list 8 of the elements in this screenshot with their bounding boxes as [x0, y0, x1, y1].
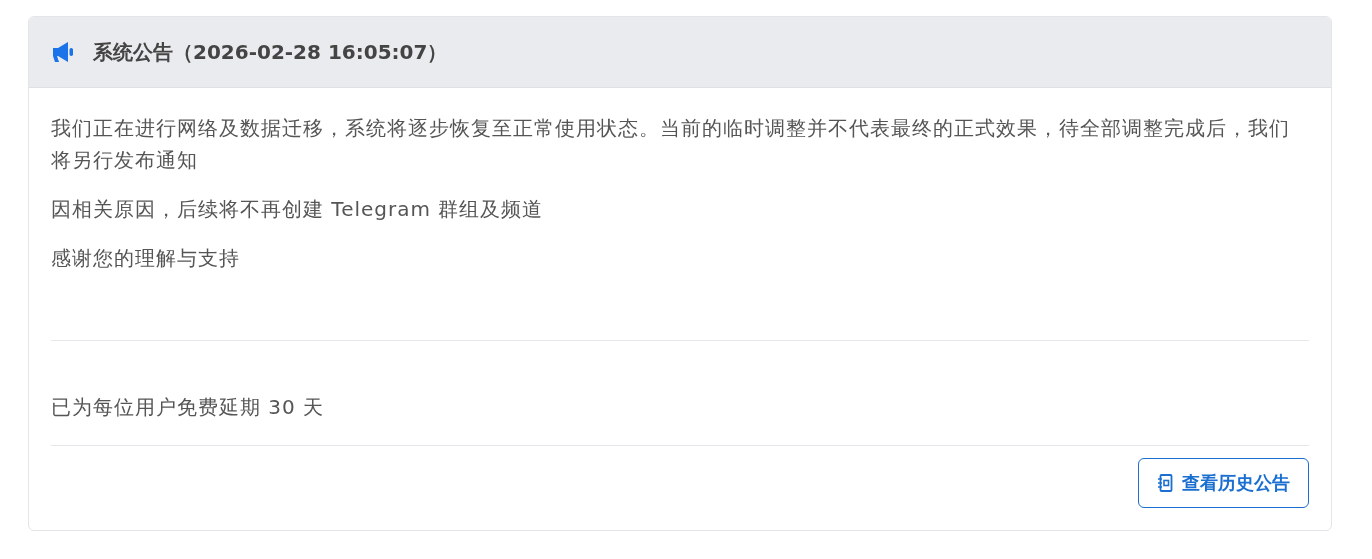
history-button[interactable]: 查看历史公告 [1138, 458, 1309, 508]
megaphone-icon [51, 41, 75, 63]
notebook-icon [1157, 474, 1174, 492]
extension-note: 已为每位用户免费延期 30 天 [51, 394, 326, 421]
notice-paragraph: 感谢您的理解与支持 [51, 245, 241, 272]
card-title: 系统公告（2026-02-28 16:05:07） [93, 38, 448, 66]
notice-paragraph: 我们正在进行网络及数据迁移，系统将逐步恢复至正常使用状态。当前的临时调整并不代表最终的正式效果，待全部调整完成后，我们将另行发布通知 [51, 115, 1291, 174]
notice-paragraph: 因相关原因，后续将不再创建 Telegram 群组及频道 [51, 196, 545, 223]
